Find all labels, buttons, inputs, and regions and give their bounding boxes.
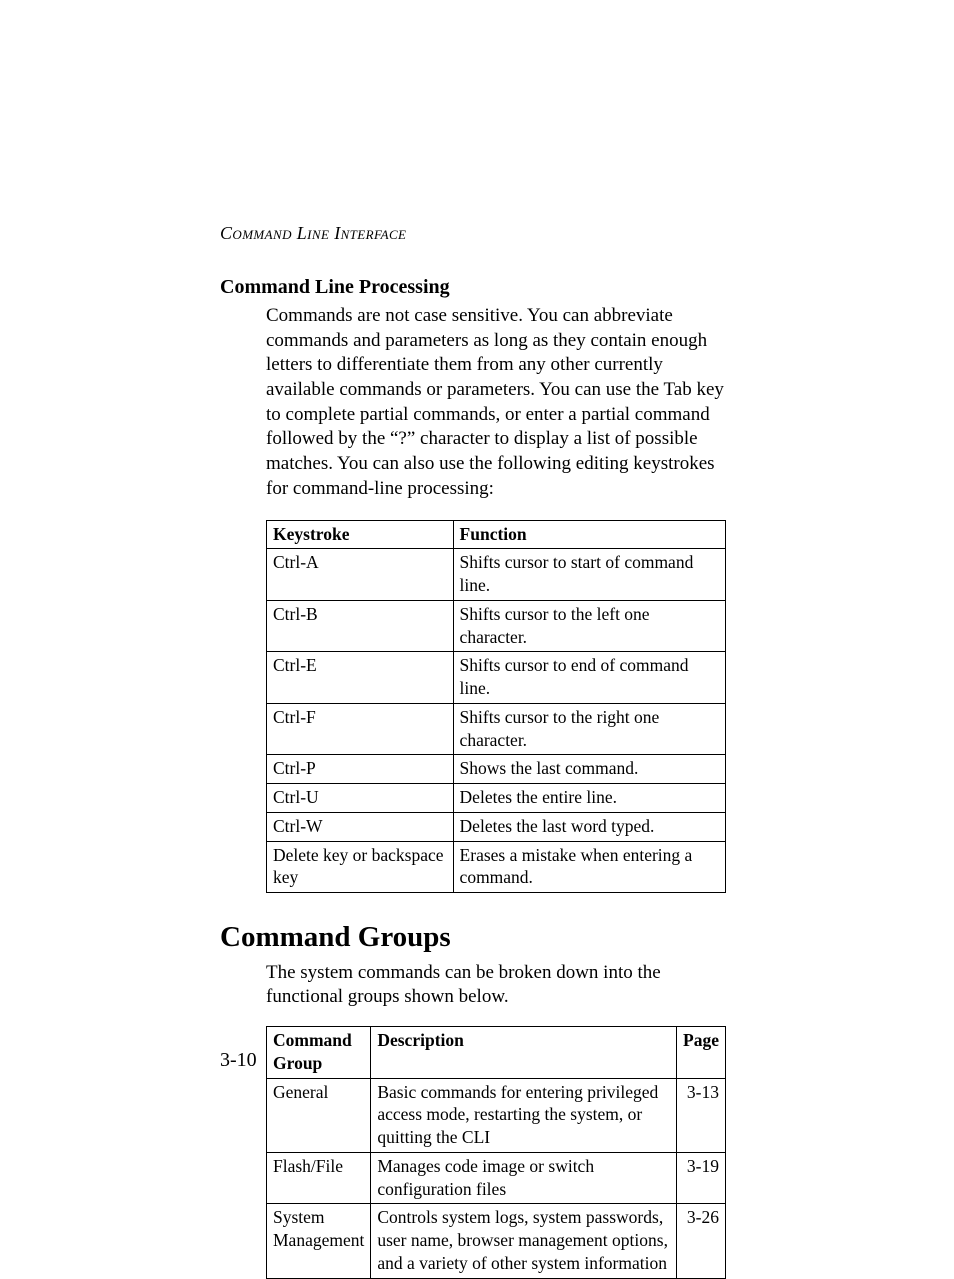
running-head: Command Line Interface	[220, 222, 406, 245]
cell-keystroke: Ctrl-U	[267, 784, 454, 813]
table-row: System Management Controls system logs, …	[267, 1204, 726, 1278]
paragraph: Commands are not case sensitive. You can…	[266, 304, 734, 502]
cell-function: Shows the last command.	[453, 755, 725, 784]
cell-group: System Management	[267, 1204, 371, 1278]
col-command-group: Command Group	[267, 1027, 371, 1079]
cell-keystroke: Ctrl-B	[267, 600, 454, 652]
section-heading-clp: Command Line Processing	[220, 274, 734, 300]
table-row: Ctrl-B Shifts cursor to the left one cha…	[267, 600, 726, 652]
cell-keystroke: Ctrl-P	[267, 755, 454, 784]
table-row: Flash/File Manages code image or switch …	[267, 1152, 726, 1204]
table-row: Ctrl-W Deletes the last word typed.	[267, 812, 726, 841]
cell-function: Erases a mistake when entering a command…	[453, 841, 725, 893]
cell-keystroke: Ctrl-A	[267, 549, 454, 601]
table-header-row: Command Group Description Page	[267, 1027, 726, 1079]
paragraph: The system commands can be broken down i…	[266, 961, 734, 1010]
table-row: General Basic commands for entering priv…	[267, 1078, 726, 1152]
col-function: Function	[453, 520, 725, 549]
col-page: Page	[677, 1027, 726, 1079]
document-page: Command Line Interface Command Line Proc…	[0, 0, 954, 1235]
cell-function: Shifts cursor to the left one character.	[453, 600, 725, 652]
cell-group: General	[267, 1078, 371, 1152]
keystroke-table: Keystroke Function Ctrl-A Shifts cursor …	[266, 520, 726, 894]
table-row: Ctrl-U Deletes the entire line.	[267, 784, 726, 813]
cell-keystroke: Ctrl-E	[267, 652, 454, 704]
table-header-row: Keystroke Function	[267, 520, 726, 549]
cell-function: Shifts cursor to end of command line.	[453, 652, 725, 704]
cell-function: Shifts cursor to start of command line.	[453, 549, 725, 601]
section-body-command-groups: The system commands can be broken down i…	[266, 961, 734, 1010]
section-heading-command-groups: Command Groups	[220, 919, 734, 957]
table-row: Ctrl-A Shifts cursor to start of command…	[267, 549, 726, 601]
cell-description: Manages code image or switch configurati…	[371, 1152, 677, 1204]
cell-function: Deletes the entire line.	[453, 784, 725, 813]
cell-page: 3-13	[677, 1078, 726, 1152]
page-number: 3-10	[220, 1047, 257, 1073]
col-keystroke: Keystroke	[267, 520, 454, 549]
cell-description: Basic commands for entering privileged a…	[371, 1078, 677, 1152]
cell-description: Controls system logs, system passwords, …	[371, 1204, 677, 1278]
cell-function: Deletes the last word typed.	[453, 812, 725, 841]
table-row: Ctrl-E Shifts cursor to end of command l…	[267, 652, 726, 704]
cell-function: Shifts cursor to the right one character…	[453, 703, 725, 755]
cell-group: Flash/File	[267, 1152, 371, 1204]
cell-keystroke: Ctrl-F	[267, 703, 454, 755]
section-body-clp: Commands are not case sensitive. You can…	[266, 304, 734, 502]
table-row: Delete key or backspace key Erases a mis…	[267, 841, 726, 893]
cell-page: 3-19	[677, 1152, 726, 1204]
col-description: Description	[371, 1027, 677, 1079]
table-row: Ctrl-P Shows the last command.	[267, 755, 726, 784]
cell-keystroke: Ctrl-W	[267, 812, 454, 841]
cell-keystroke: Delete key or backspace key	[267, 841, 454, 893]
table-row: Ctrl-F Shifts cursor to the right one ch…	[267, 703, 726, 755]
command-groups-table: Command Group Description Page General B…	[266, 1026, 726, 1279]
cell-page: 3-26	[677, 1204, 726, 1278]
